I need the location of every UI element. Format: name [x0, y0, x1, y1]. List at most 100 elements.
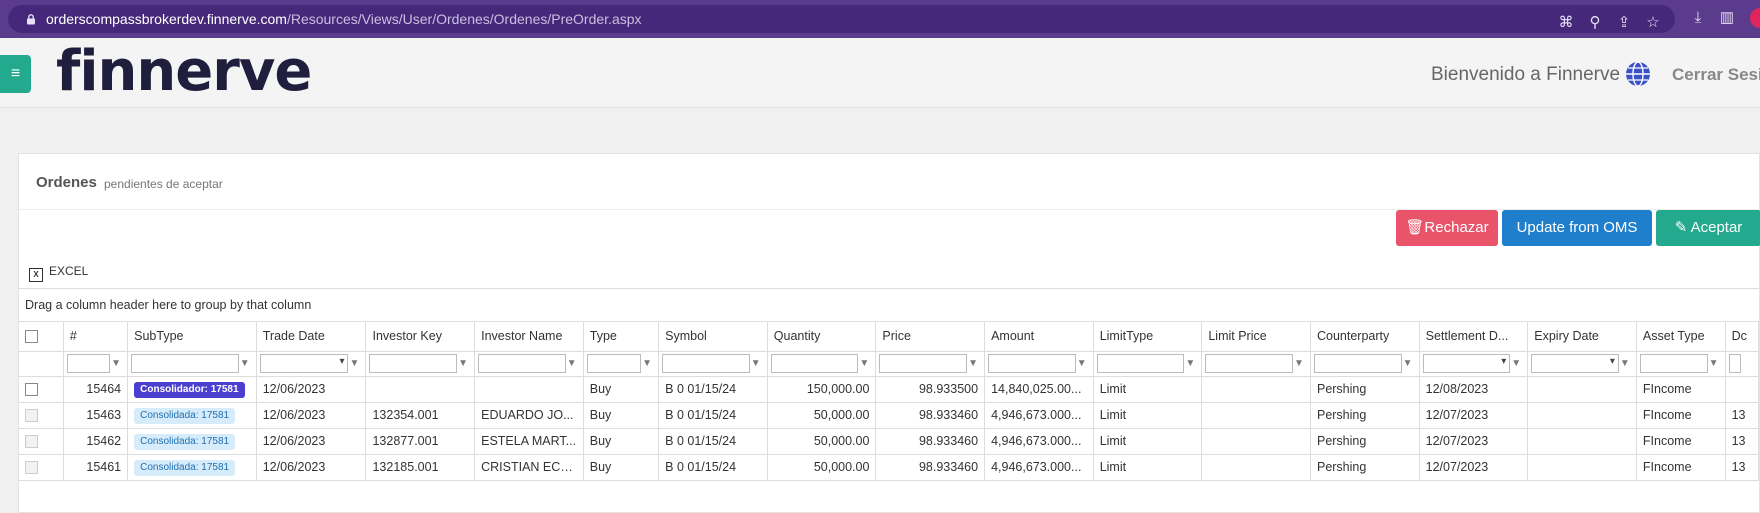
filter-funnel-icon[interactable]: ▼	[240, 358, 250, 369]
filter-input-investor-key[interactable]	[369, 354, 458, 373]
column-header-counterparty[interactable]: Counterparty	[1310, 322, 1420, 352]
column-header-id[interactable]: #	[63, 322, 129, 352]
filter-funnel-icon[interactable]: ▼	[859, 358, 869, 369]
page-subtitle: pendientes de aceptar	[104, 177, 223, 191]
trash-icon: 🗑	[1405, 219, 1425, 236]
filter-funnel-icon[interactable]: ▼	[1403, 358, 1413, 369]
filter-funnel-icon[interactable]: ▼	[751, 358, 761, 369]
group-by-area[interactable]: Drag a column header here to group by th…	[19, 288, 1759, 322]
filter-input-counterparty[interactable]	[1313, 354, 1402, 373]
bookmark-star-icon[interactable]: ☆	[1644, 14, 1662, 32]
filter-dropdown-expiry-date[interactable]	[1531, 354, 1619, 373]
column-header-limit-price[interactable]: Limit Price	[1201, 322, 1311, 352]
cell-subtype: Consolidada: 17581	[127, 454, 257, 481]
cell-amount: 14,840,025.00...	[984, 376, 1094, 403]
cell-counterparty: Pershing	[1310, 376, 1420, 403]
update-from-oms-button[interactable]: Update from OMS	[1502, 210, 1652, 246]
select-all-checkbox[interactable]	[25, 330, 38, 344]
filter-input-quantity[interactable]	[770, 354, 859, 373]
filter-dropdown-trade-date[interactable]	[259, 354, 349, 373]
table-row[interactable]: 15464 Consolidador: 17581 12/06/2023 Buy…	[19, 376, 1760, 403]
cell-price: 98.933500	[875, 376, 986, 403]
column-header-trade-date[interactable]: Trade Date	[256, 322, 367, 352]
filter-input-amount[interactable]	[988, 354, 1076, 373]
accept-button[interactable]: ✎ Aceptar	[1656, 210, 1760, 246]
translate-icon[interactable]: ⌘	[1557, 14, 1575, 32]
filter-input-limit-type[interactable]	[1096, 354, 1185, 373]
sidebar-icon[interactable]: ▥	[1718, 9, 1736, 27]
finnerve-logo[interactable]: finnerve	[56, 42, 312, 102]
row-checkbox[interactable]	[25, 383, 38, 397]
filter-funnel-icon[interactable]: ▼	[1077, 358, 1087, 369]
address-bar[interactable]: orderscompassbrokerdev.finnerve.com/Reso…	[8, 5, 1675, 33]
column-header-quantity[interactable]: Quantity	[767, 322, 877, 352]
logout-link[interactable]: Cerrar Sesió	[1672, 65, 1760, 85]
filter-funnel-icon[interactable]: ▼	[642, 358, 652, 369]
table-row[interactable]: 15463 Consolidada: 17581 12/06/2023 1323…	[19, 402, 1760, 429]
header-row: # SubType Trade Date Investor Key Invest…	[19, 322, 1760, 352]
cell-trade-date: 12/06/2023	[256, 454, 367, 481]
cell-asset-type: FIncome	[1636, 454, 1726, 481]
filter-input-investor-name[interactable]	[478, 354, 566, 373]
share-icon[interactable]: ⇪	[1615, 14, 1633, 32]
cell-expiry-date	[1527, 454, 1637, 481]
column-header-price[interactable]: Price	[875, 322, 986, 352]
filter-funnel-icon[interactable]: ▼	[1294, 358, 1304, 369]
excel-export-button[interactable]: X EXCEL	[29, 264, 88, 282]
filter-input-type[interactable]	[586, 354, 642, 373]
globe-icon[interactable]	[1624, 60, 1652, 88]
row-select-cell	[19, 454, 64, 481]
cell-quantity: 50,000.00	[767, 428, 877, 455]
cell-limit-type: Limit	[1093, 428, 1203, 455]
filter-funnel-icon[interactable]: ▼	[111, 358, 121, 369]
filter-funnel-icon[interactable]: ▼	[567, 358, 577, 369]
cell-type: Buy	[583, 402, 660, 429]
reject-button[interactable]: 🗑Rechazar	[1396, 210, 1498, 246]
profile-avatar[interactable]	[1750, 8, 1760, 28]
subtype-badge: Consolidada: 17581	[134, 433, 236, 450]
column-header-expiry-date[interactable]: Expiry Date	[1527, 322, 1637, 352]
browser-bar: orderscompassbrokerdev.finnerve.com/Reso…	[0, 0, 1760, 38]
row-checkbox[interactable]	[25, 435, 38, 449]
filter-input-price[interactable]	[879, 354, 968, 373]
filter-dropdown-settlement-date[interactable]	[1422, 354, 1511, 373]
filter-funnel-icon[interactable]: ▼	[1511, 358, 1521, 369]
filter-funnel-icon[interactable]: ▼	[1709, 358, 1719, 369]
column-header-investor-name[interactable]: Investor Name	[474, 322, 584, 352]
filter-input-asset-type[interactable]	[1639, 354, 1708, 373]
column-header-symbol[interactable]: Symbol	[658, 322, 768, 352]
zoom-icon[interactable]: ⚲	[1586, 14, 1604, 32]
filter-funnel-icon[interactable]: ▼	[1185, 358, 1195, 369]
column-header-asset-type[interactable]: Asset Type	[1636, 322, 1726, 352]
cell-price: 98.933460	[875, 454, 986, 481]
column-header-amount[interactable]: Amount	[984, 322, 1094, 352]
column-header-subtype[interactable]: SubType	[127, 322, 257, 352]
cell-settlement-date: 12/07/2023	[1419, 428, 1529, 455]
filter-input-symbol[interactable]	[662, 354, 750, 373]
filter-input-limit-price[interactable]	[1205, 354, 1293, 373]
cell-investor-key: 132185.001	[365, 454, 476, 481]
cell-investor-name: ESTELA MART...	[474, 428, 584, 455]
filter-funnel-icon[interactable]: ▼	[968, 358, 978, 369]
column-header-type[interactable]: Type	[583, 322, 660, 352]
cell-price: 98.933460	[875, 428, 986, 455]
filter-input-id[interactable]	[66, 354, 111, 373]
column-header-settlement-date[interactable]: Settlement D...	[1419, 322, 1529, 352]
column-header-limit-type[interactable]: LimitType	[1093, 322, 1203, 352]
cell-investor-key: 132877.001	[365, 428, 476, 455]
filter-input-subtype[interactable]	[131, 354, 239, 373]
row-checkbox[interactable]	[25, 409, 38, 423]
column-header-investor-key[interactable]: Investor Key	[365, 322, 476, 352]
filter-input-dc[interactable]	[1728, 354, 1741, 373]
filter-funnel-icon[interactable]: ▼	[349, 358, 359, 369]
column-header-dc[interactable]: Dc	[1725, 322, 1760, 352]
cell-dc: 13	[1725, 428, 1760, 455]
filter-funnel-icon[interactable]: ▼	[1620, 358, 1630, 369]
table-row[interactable]: 15462 Consolidada: 17581 12/06/2023 1328…	[19, 428, 1760, 455]
table-row[interactable]: 15461 Consolidada: 17581 12/06/2023 1321…	[19, 454, 1760, 481]
cell-type: Buy	[583, 376, 660, 403]
row-checkbox[interactable]	[25, 461, 38, 475]
menu-button[interactable]: ≡	[0, 55, 31, 93]
filter-funnel-icon[interactable]: ▼	[458, 358, 468, 369]
download-icon[interactable]: ⤓	[1689, 9, 1707, 27]
